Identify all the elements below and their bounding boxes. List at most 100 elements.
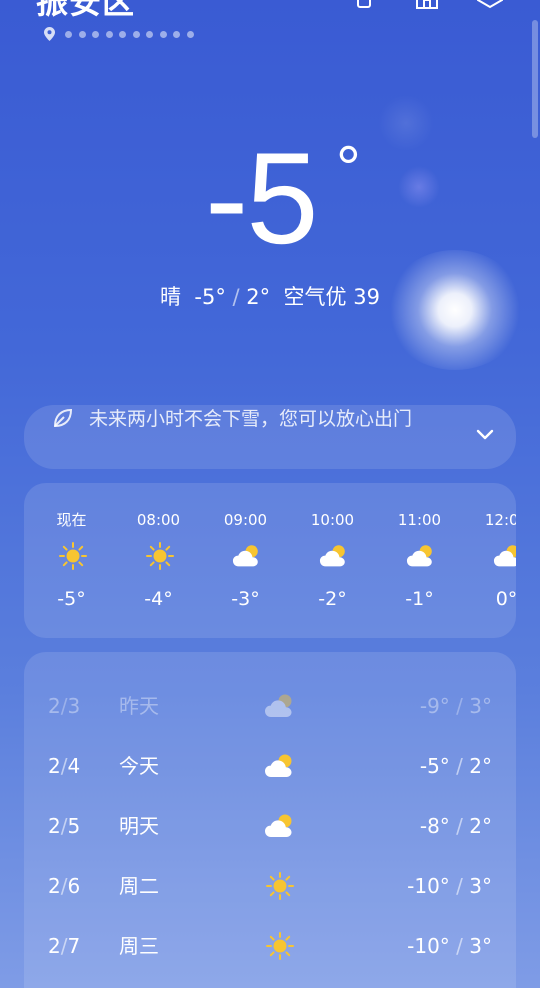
day-weather-icon <box>264 691 296 721</box>
daily-row[interactable]: 2/3 昨天 -9° / 3° <box>24 686 516 726</box>
day-name: 今天 <box>119 754 159 778</box>
hour-temp: -3° <box>231 588 260 610</box>
hour-temp: -4° <box>144 588 173 610</box>
alert-message: 未来两小时不会下雪，您可以放心出门 <box>89 408 413 430</box>
city-name[interactable]: 振安区 <box>36 0 135 18</box>
sun-icon <box>266 932 294 960</box>
daily-row[interactable]: 2/5 明天 -8° / 2° <box>24 806 516 846</box>
sun-icon <box>146 542 174 570</box>
day-weather-icon <box>264 811 296 841</box>
daily-row[interactable]: 2/7 周三 -10° / 3° <box>24 926 516 966</box>
phone-icon[interactable] <box>356 0 372 10</box>
separator: / <box>225 285 247 309</box>
partly-cloudy-icon <box>265 814 292 837</box>
day-weather-icon <box>264 871 296 901</box>
sun-icon <box>59 542 87 570</box>
high-temp: 2° <box>246 285 271 309</box>
day-date: 2/6 <box>48 866 80 906</box>
partly-cloudy-icon <box>265 694 292 717</box>
settings-icon[interactable] <box>476 0 504 12</box>
daily-forecast[interactable]: 2/3 昨天 -9° / 3° 2/4 今天 -5° / 2° 2/5 明天 -8° / … <box>24 652 516 988</box>
hour-weather-icon <box>145 541 175 571</box>
page-dot[interactable] <box>65 30 72 38</box>
partly-cloudy-icon <box>232 545 258 567</box>
month: 2 <box>48 754 61 778</box>
leaf-icon <box>53 408 73 428</box>
hour-temp: 0° <box>495 588 516 610</box>
day-temp-range: -9° / 3° <box>420 686 492 726</box>
day-high: 2° <box>469 754 492 778</box>
hour-weather-icon <box>232 541 262 571</box>
day-low: -8° <box>419 814 450 838</box>
page-dot[interactable] <box>78 30 86 38</box>
hour-temp: -1° <box>405 588 434 610</box>
current-temperature: -5 <box>205 125 319 271</box>
day-weather-icon <box>264 931 296 961</box>
day: 6 <box>67 874 81 898</box>
page-dot[interactable] <box>159 30 167 38</box>
hour-temp: -2° <box>318 588 347 610</box>
page-dots <box>65 30 200 38</box>
partly-cloudy-icon <box>319 545 345 567</box>
weather-summary[interactable]: 晴 -5° / 2° 空气优 39 <box>0 284 540 310</box>
month: 2 <box>48 934 61 958</box>
page-indicator <box>44 27 200 41</box>
day: 3 <box>67 694 81 718</box>
air-quality: 空气优 39 <box>283 285 380 309</box>
location-pin-icon <box>44 27 55 41</box>
day-date: 2/7 <box>48 926 80 966</box>
hour-time: 现在 <box>56 511 87 529</box>
hour-weather-icon <box>406 541 436 571</box>
page-dot[interactable] <box>119 30 126 38</box>
top-bar: 振安区 <box>0 0 540 50</box>
page-dot[interactable] <box>92 30 99 38</box>
day-date: 2/5 <box>48 806 80 846</box>
day-weather-icon <box>264 751 296 781</box>
page-dot[interactable] <box>173 30 180 38</box>
hour-time: 08:00 <box>136 511 181 529</box>
day-date: 2/3 <box>48 686 80 726</box>
hour-time: 09:00 <box>223 511 268 529</box>
partly-cloudy-icon <box>406 545 432 567</box>
separator: / <box>449 754 470 778</box>
day: 5 <box>67 814 81 838</box>
sun-glow-decoration <box>385 250 525 370</box>
day-name: 昨天 <box>119 694 159 718</box>
separator: / <box>449 874 470 898</box>
hour-weather-icon <box>319 541 349 571</box>
page-dot[interactable] <box>132 30 140 38</box>
home-icon[interactable] <box>414 0 440 12</box>
daily-row[interactable]: 2/6 周二 -10° / 3° <box>24 866 516 906</box>
separator: / <box>449 934 470 958</box>
page-dot[interactable] <box>146 30 153 38</box>
day-low: -5° <box>419 754 450 778</box>
hour-weather-icon <box>58 541 88 571</box>
partly-cloudy-icon <box>265 754 292 777</box>
partly-cloudy-icon <box>493 545 516 567</box>
separator: / <box>449 814 470 838</box>
hour-time: 11:00 <box>397 511 442 529</box>
day-high: 3° <box>469 694 492 718</box>
day-temp-range: -8° / 2° <box>420 806 492 846</box>
day: 4 <box>67 754 81 778</box>
day-name: 周三 <box>119 934 159 958</box>
day-low: -10° <box>407 874 450 898</box>
hour-time: 12:00 <box>484 511 516 529</box>
hourly-forecast[interactable]: 现在 -5° 08:00 -4° 09:00 -3° 10:00 -2° 11:00 -1°… <box>24 483 516 638</box>
sun-icon <box>266 872 294 900</box>
page-dot[interactable] <box>186 30 194 38</box>
chevron-down-icon[interactable] <box>476 429 494 441</box>
condition-text: 晴 <box>160 285 182 309</box>
precipitation-alert-card[interactable]: 未来两小时不会下雪，您可以放心出门 <box>24 405 516 469</box>
day-date: 2/4 <box>48 746 80 786</box>
month: 2 <box>48 874 61 898</box>
day: 7 <box>67 934 81 958</box>
separator: / <box>449 694 470 718</box>
day-low: -10° <box>407 934 450 958</box>
daily-row[interactable]: 2/4 今天 -5° / 2° <box>24 746 516 786</box>
page-dot[interactable] <box>105 30 113 38</box>
day-name: 明天 <box>119 814 159 838</box>
lens-flare <box>378 95 434 151</box>
day-temp-range: -10° / 3° <box>407 866 492 906</box>
lens-flare <box>398 166 440 208</box>
